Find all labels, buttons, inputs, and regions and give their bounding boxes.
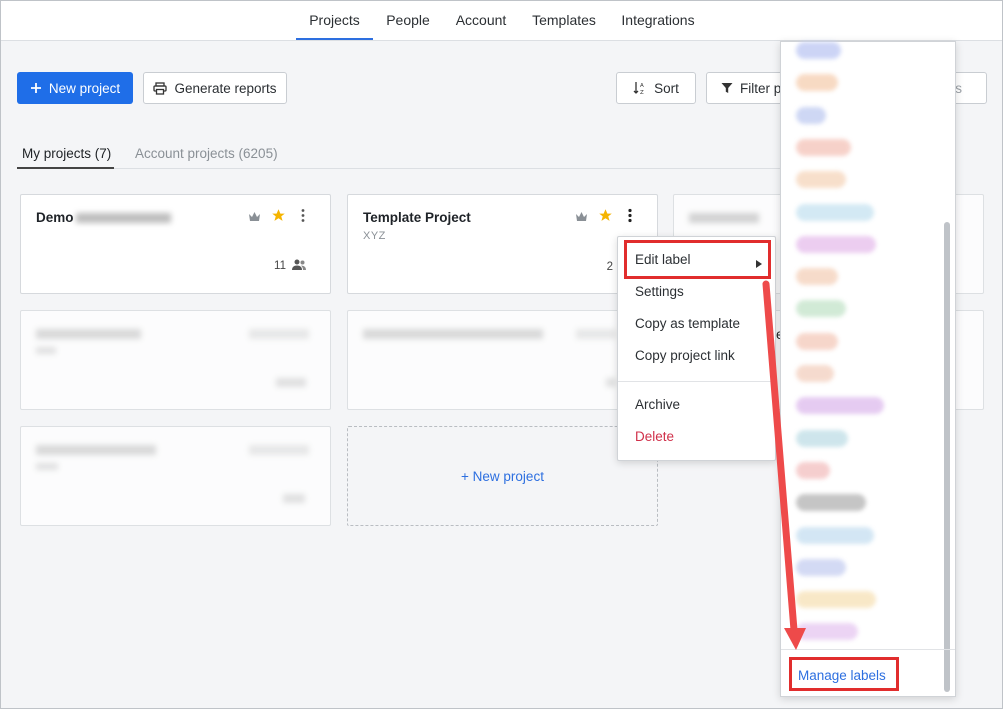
tab-my-projects[interactable]: My projects (7) — [17, 143, 114, 169]
star-icon[interactable] — [271, 208, 286, 226]
sort-button[interactable]: AZ Sort — [616, 72, 696, 104]
tab-integrations[interactable]: Integrations — [616, 0, 700, 40]
project-title-container: Demo — [36, 210, 171, 225]
svg-text:A: A — [640, 83, 644, 89]
project-subtabs: My projects (7) Account projects (6205) — [17, 143, 782, 169]
label-item[interactable] — [796, 74, 838, 92]
member-count-value: 2 — [606, 261, 613, 273]
labels-submenu: Manage labels — [780, 41, 956, 697]
card-icons — [576, 329, 616, 339]
menu-item-archive[interactable]: Archive — [635, 397, 680, 412]
label-item[interactable] — [796, 365, 834, 382]
project-card[interactable]: Demo 11 — [20, 194, 331, 294]
member-count — [276, 378, 306, 387]
menu-divider — [618, 381, 775, 382]
generate-reports-button[interactable]: Generate reports — [143, 72, 287, 104]
redacted-text — [36, 347, 56, 354]
star-icon[interactable] — [598, 208, 613, 226]
redacted-text — [689, 213, 759, 223]
redacted-text — [36, 463, 58, 470]
kebab-menu-icon[interactable] — [300, 208, 306, 226]
project-title: Template Project — [363, 210, 471, 225]
new-project-button[interactable]: New project — [17, 72, 133, 104]
plus-icon — [30, 82, 42, 94]
svg-text:Z: Z — [640, 90, 644, 95]
label-item[interactable] — [796, 623, 858, 641]
label-item[interactable] — [796, 332, 838, 350]
edit-label-highlight — [624, 240, 771, 279]
menu-item-copy-project-link[interactable]: Copy project link — [635, 348, 735, 363]
filter-label: Filter p — [740, 80, 782, 96]
member-count: 2 — [607, 261, 613, 273]
member-count — [283, 494, 305, 503]
label-item[interactable] — [796, 397, 884, 415]
label-item[interactable] — [796, 494, 866, 512]
member-count: 11 — [274, 259, 306, 273]
label-item[interactable] — [796, 300, 846, 318]
label-item[interactable] — [796, 526, 874, 544]
card-icons — [249, 329, 309, 339]
tab-people[interactable]: People — [382, 0, 434, 40]
project-code: XYZ — [363, 230, 386, 242]
label-item[interactable] — [796, 138, 851, 156]
member-count — [606, 378, 616, 387]
menu-item-delete[interactable]: Delete — [635, 429, 674, 444]
search-field-text: s — [955, 80, 962, 96]
kebab-menu-icon[interactable] — [627, 208, 633, 226]
filter-icon — [721, 82, 733, 94]
redacted-text — [36, 329, 141, 339]
tab-projects[interactable]: Projects — [296, 0, 373, 40]
crown-icon — [575, 210, 588, 225]
new-project-label: New project — [48, 80, 121, 96]
redacted-text — [363, 329, 543, 339]
scrollbar[interactable] — [944, 222, 950, 692]
project-card[interactable] — [20, 426, 331, 526]
sort-label: Sort — [654, 80, 679, 96]
project-card[interactable] — [347, 310, 658, 410]
label-item[interactable] — [796, 429, 848, 447]
new-project-card[interactable]: + New project — [347, 426, 658, 526]
printer-icon — [153, 81, 168, 95]
top-navigation: Projects People Account Templates Integr… — [0, 0, 1003, 41]
redacted-text — [36, 445, 156, 455]
redacted-text — [75, 213, 171, 224]
project-card[interactable] — [20, 310, 331, 410]
label-item[interactable] — [796, 558, 846, 576]
member-count-value: 11 — [274, 260, 286, 272]
label-item[interactable] — [796, 591, 876, 609]
sort-icon: AZ — [633, 81, 647, 95]
label-item[interactable] — [796, 461, 830, 479]
label-item[interactable] — [796, 268, 838, 286]
labels-divider — [781, 649, 955, 650]
project-card[interactable]: Template Project XYZ 2 — [347, 194, 658, 294]
people-icon — [292, 259, 306, 273]
menu-item-copy-as-template[interactable]: Copy as template — [635, 316, 740, 331]
card-icons — [249, 445, 309, 455]
generate-reports-label: Generate reports — [174, 80, 277, 96]
menu-item-settings[interactable]: Settings — [635, 284, 684, 299]
label-item[interactable] — [796, 235, 876, 253]
project-title: Demo — [36, 210, 74, 225]
tab-account[interactable]: Account — [450, 0, 512, 40]
label-item[interactable] — [796, 42, 841, 59]
filter-button[interactable]: Filter p — [706, 72, 786, 104]
tab-account-projects[interactable]: Account projects (6205) — [135, 143, 278, 169]
crown-icon — [248, 210, 261, 225]
tab-templates[interactable]: Templates — [528, 0, 600, 40]
label-item[interactable] — [796, 106, 826, 124]
label-item[interactable] — [796, 171, 846, 189]
manage-labels-highlight — [789, 657, 899, 691]
label-item[interactable] — [796, 203, 874, 221]
